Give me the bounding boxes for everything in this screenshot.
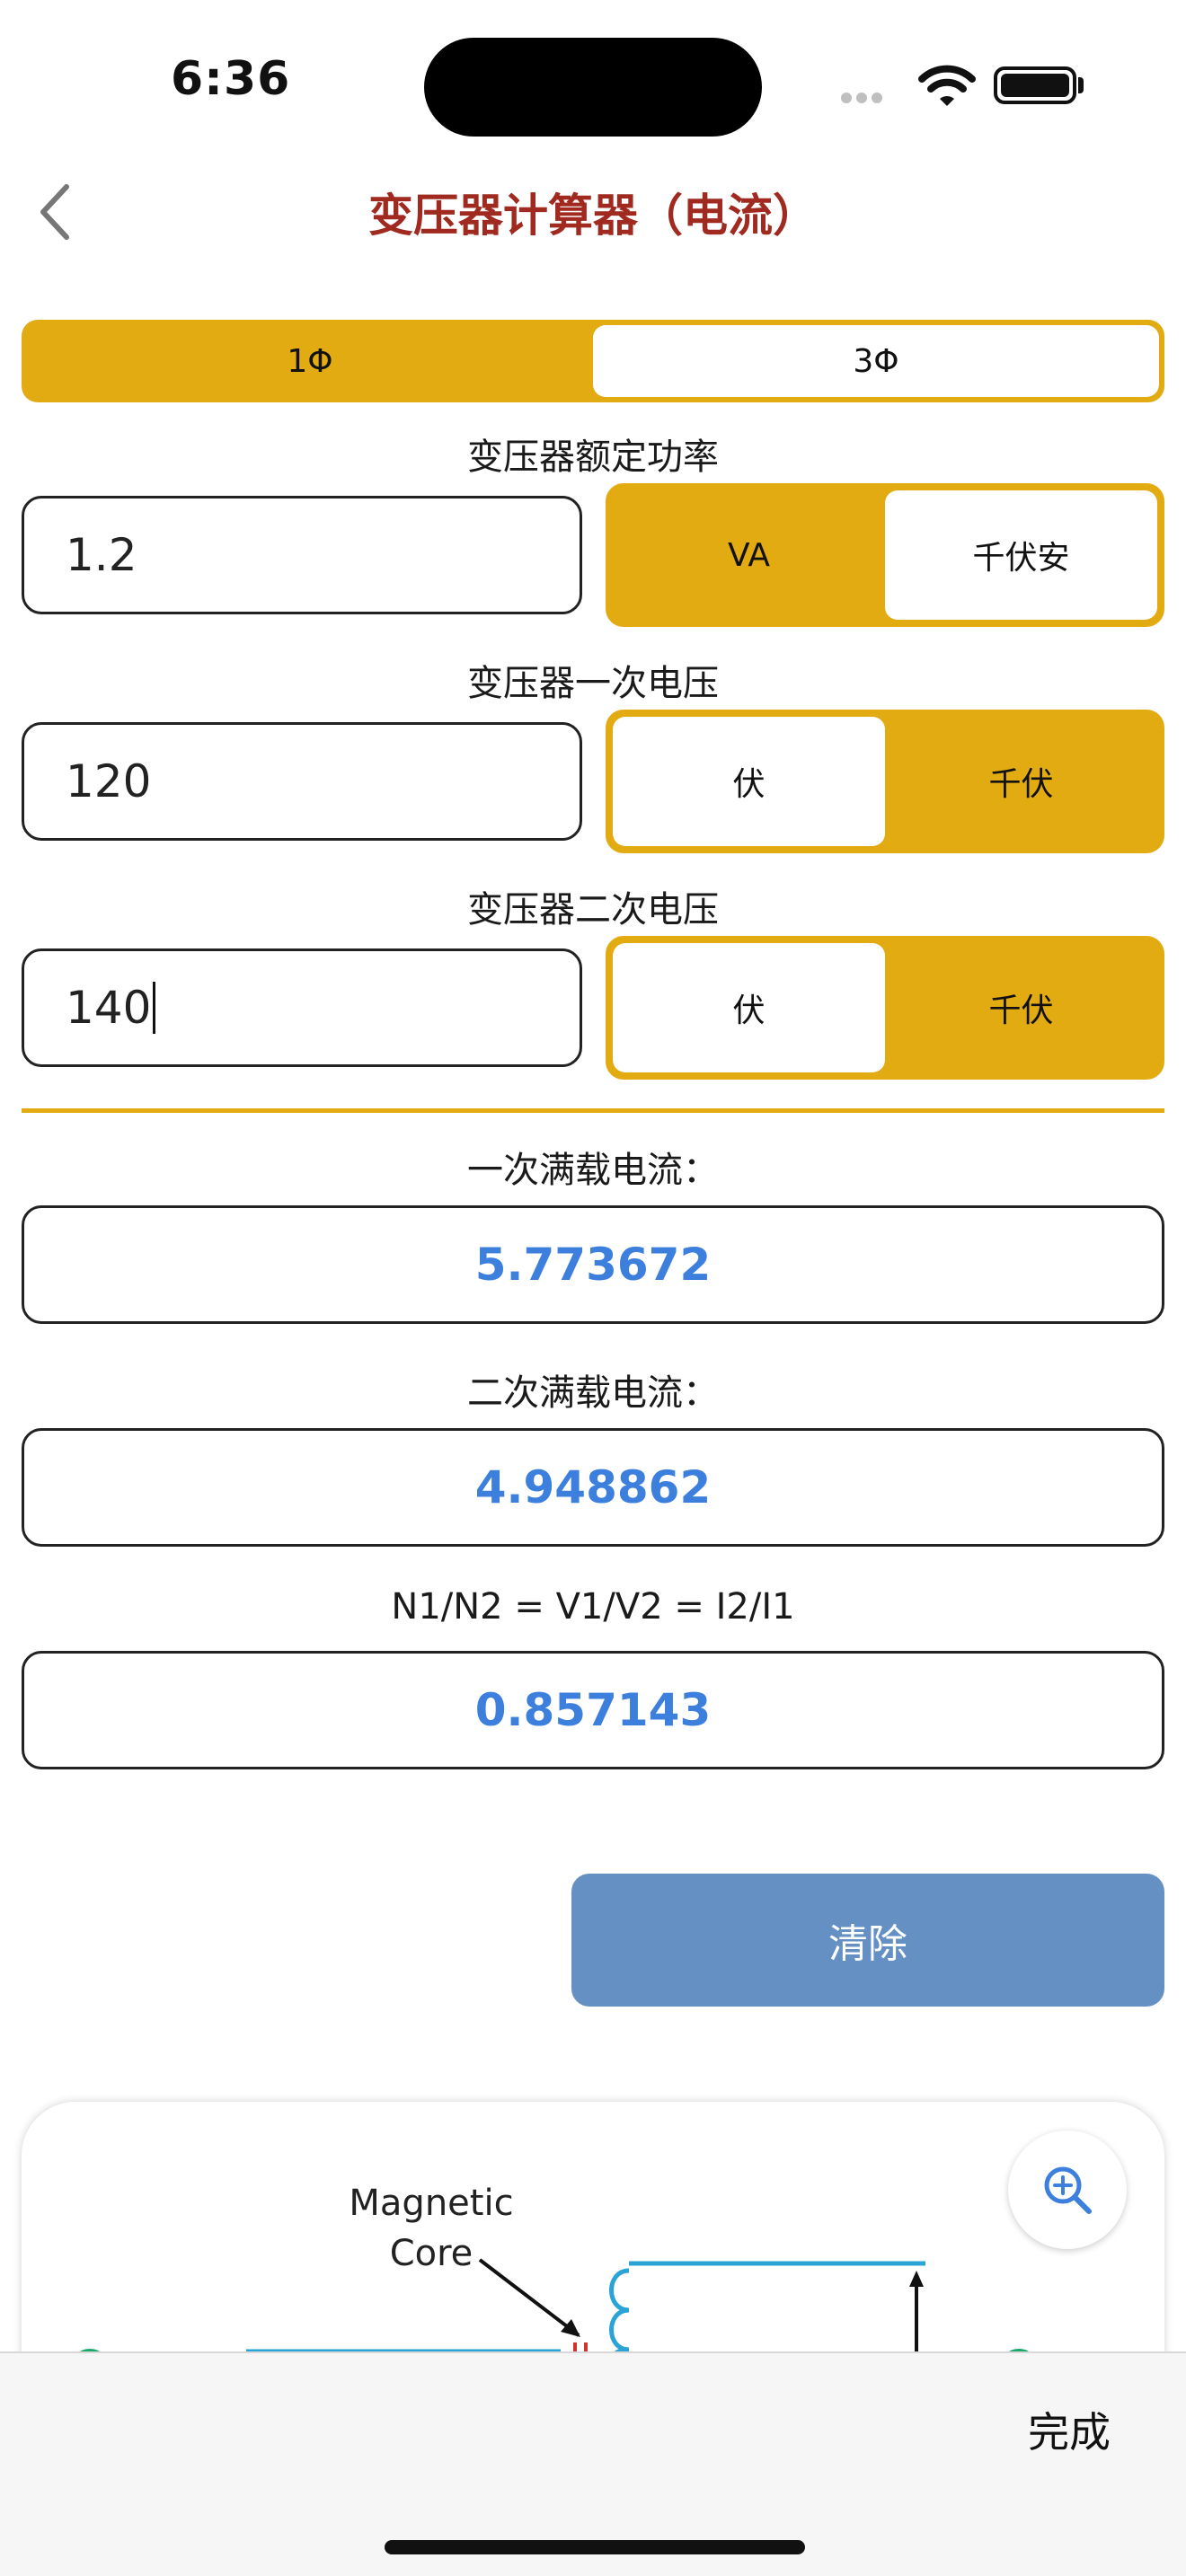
secondary-voltage-label: 变压器二次电压 (467, 889, 719, 931)
secondary-voltage-unit-control: 伏 千伏 (606, 936, 1164, 1080)
text-caret (153, 982, 156, 1034)
unit-option-v[interactable]: 伏 (613, 943, 885, 1072)
unit-option-kv[interactable]: 千伏 (885, 943, 1157, 1072)
primary-voltage-value: 120 (66, 755, 152, 807)
phase-option-1[interactable]: 1Φ (27, 325, 593, 397)
secondary-current-label: 二次满载电流： (467, 1372, 719, 1414)
zoom-in-icon (1044, 2166, 1092, 2214)
primary-current-label: 一次满载电流： (467, 1150, 719, 1191)
rated-power-input[interactable]: 1.2 (22, 496, 582, 614)
primary-voltage-input[interactable]: 120 (22, 722, 582, 841)
status-time: 6:36 (171, 52, 291, 106)
battery-icon (994, 66, 1076, 104)
dynamic-island (424, 38, 762, 137)
unit-option-kva[interactable]: 千伏安 (885, 490, 1157, 620)
done-button[interactable]: 完成 (1028, 2400, 1111, 2459)
secondary-current-result: 4.948862 (22, 1428, 1164, 1547)
rated-power-value: 1.2 (66, 529, 137, 581)
wifi-icon (918, 63, 976, 108)
unit-option-va[interactable]: VA (613, 490, 885, 620)
section-divider (22, 1108, 1164, 1113)
zoom-in-button[interactable] (1008, 2130, 1127, 2249)
rated-power-unit-control: VA 千伏安 (606, 483, 1164, 627)
magnetic-core-label-line1: Magnetic (349, 2183, 514, 2224)
home-indicator[interactable] (385, 2540, 805, 2554)
ratio-formula-label: N1/N2 = V1/V2 = I2/I1 (391, 1586, 795, 1628)
unit-option-kv[interactable]: 千伏 (885, 717, 1157, 846)
primary-current-result: 5.773672 (22, 1205, 1164, 1324)
rated-power-label: 变压器额定功率 (467, 437, 719, 478)
ratio-result: 0.857143 (22, 1651, 1164, 1769)
primary-voltage-unit-control: 伏 千伏 (606, 710, 1164, 853)
keyboard-accessory-bar: 完成 (0, 2351, 1186, 2576)
clear-button[interactable]: 清除 (571, 1874, 1164, 2007)
cellular-signal-icon (841, 90, 900, 103)
primary-voltage-label: 变压器一次电压 (467, 663, 719, 704)
unit-option-v[interactable]: 伏 (613, 717, 885, 846)
phase-segmented-control: 1Φ 3Φ (22, 320, 1164, 402)
phase-option-3[interactable]: 3Φ (593, 325, 1159, 397)
battery-tip (1078, 77, 1084, 93)
secondary-voltage-value: 140 (66, 982, 152, 1034)
page-title: 变压器计算器（电流） (368, 190, 818, 242)
magnetic-core-label-line2: Core (389, 2233, 474, 2274)
secondary-voltage-input[interactable]: 140 (22, 948, 582, 1067)
